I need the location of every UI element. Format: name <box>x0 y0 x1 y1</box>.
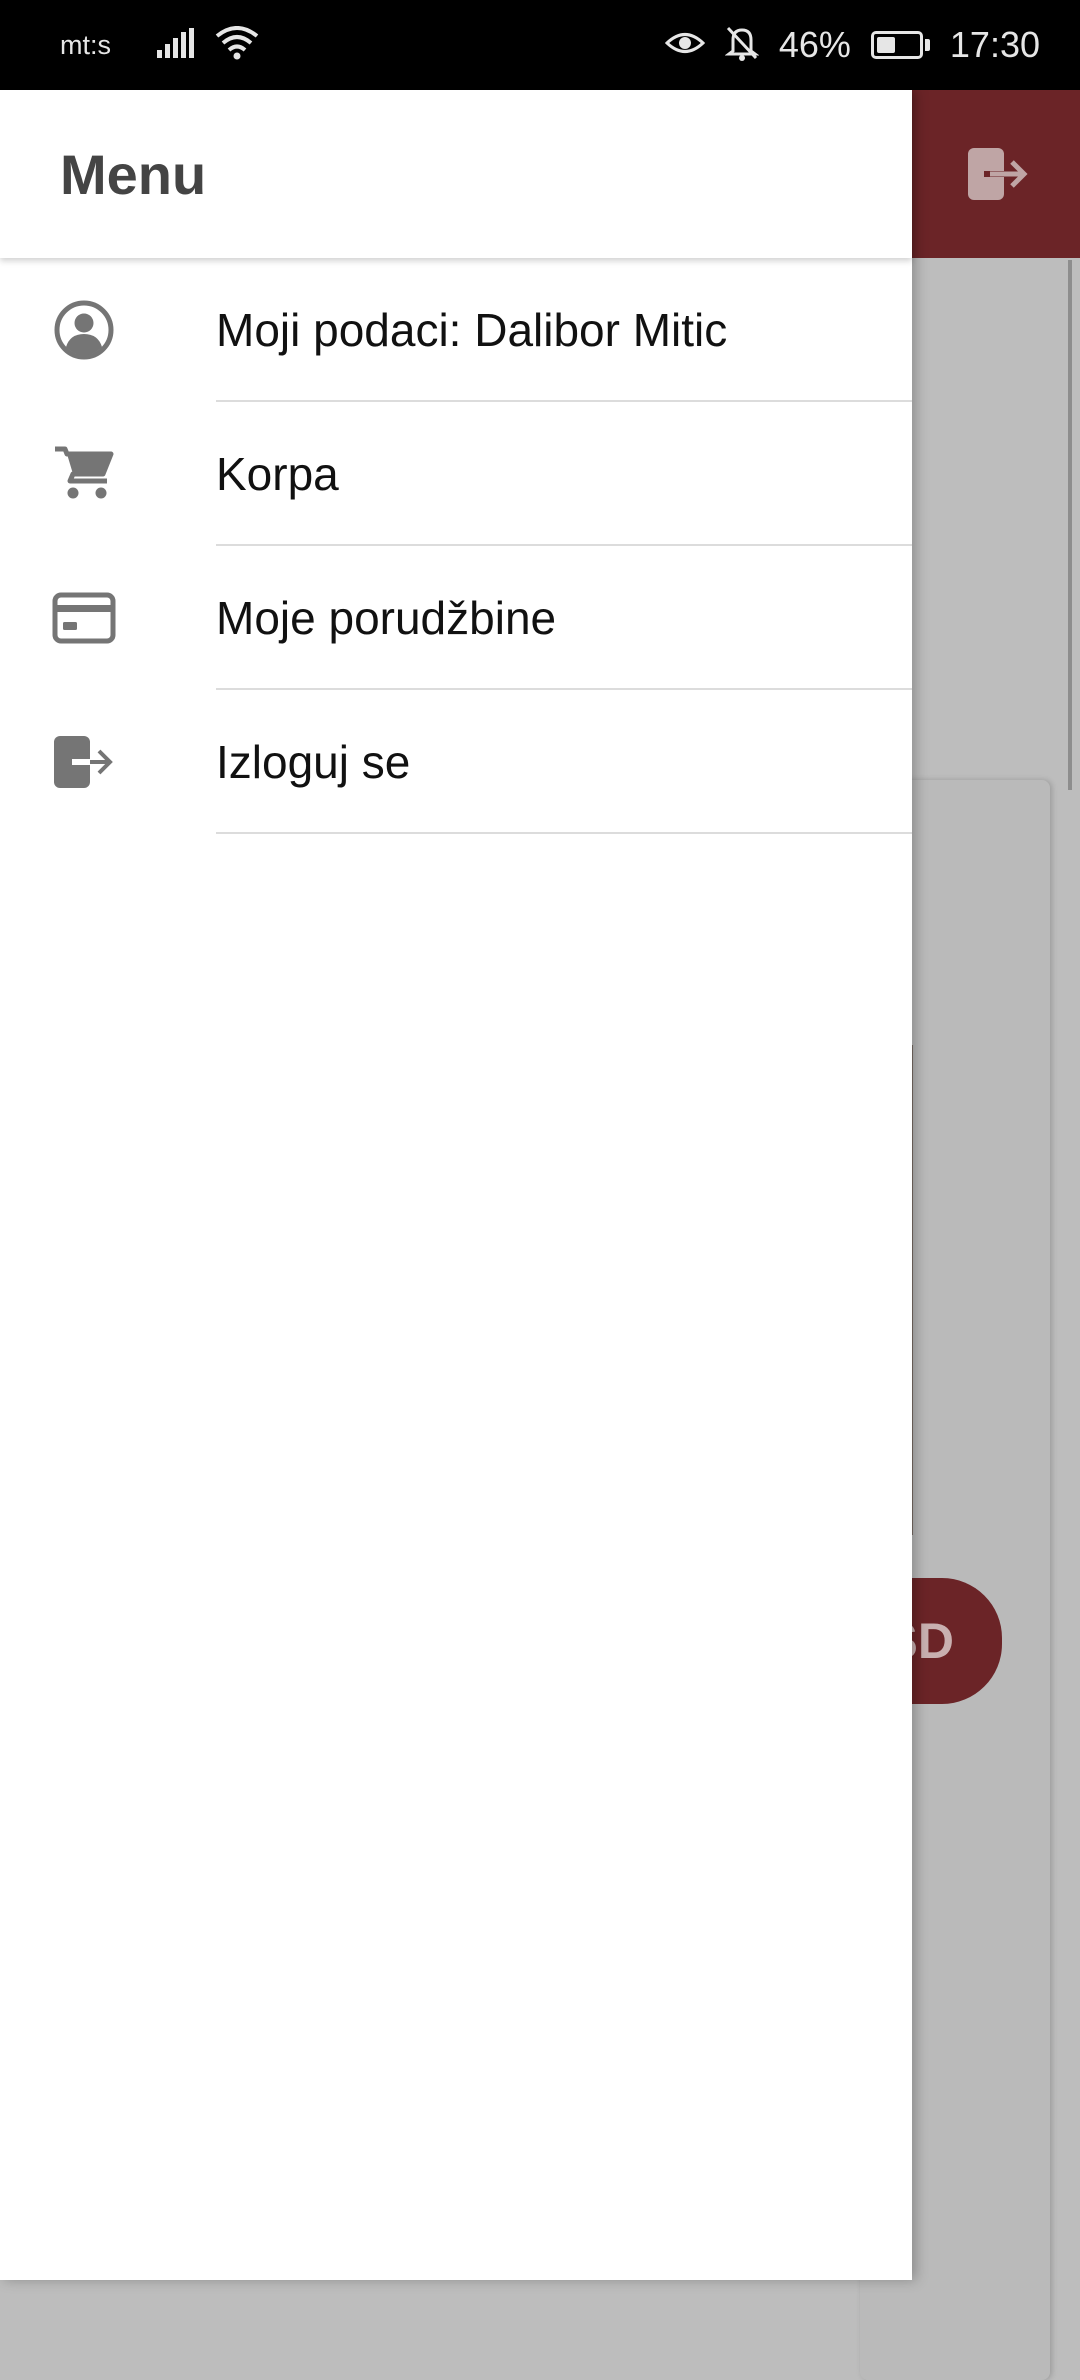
status-bar-right: 46% 17:30 <box>664 24 1040 66</box>
drawer-menu: Moji podaci: Dalibor Mitic Korpa Moje po… <box>0 258 912 834</box>
menu-item-profile[interactable]: Moji podaci: Dalibor Mitic <box>0 258 912 402</box>
menu-item-label: Korpa <box>216 448 339 500</box>
navigation-drawer: Menu Moji podaci: Dalibor Mitic Korpa Mo… <box>0 90 912 2280</box>
signal-icon <box>155 27 195 63</box>
menu-item-label: Moje porudžbine <box>216 592 557 644</box>
drawer-title: Menu <box>60 142 207 206</box>
credit-card-icon <box>52 586 116 650</box>
menu-item-cart[interactable]: Korpa <box>0 402 912 546</box>
battery-percent: 46% <box>778 24 851 65</box>
carrier-label: mt:s <box>60 29 111 60</box>
menu-item-label: Izloguj se <box>216 736 411 788</box>
menu-item-orders[interactable]: Moje porudžbine <box>0 546 912 690</box>
cart-icon <box>52 442 116 506</box>
clock: 17:30 <box>949 24 1040 65</box>
logout-icon[interactable] <box>966 144 1030 204</box>
background-scrollbar <box>1068 260 1072 790</box>
bell-off-icon <box>724 25 760 66</box>
eye-icon <box>664 28 706 63</box>
menu-divider <box>216 832 912 834</box>
account-circle-icon <box>52 298 116 362</box>
drawer-header: Menu <box>0 90 912 258</box>
logout-icon <box>52 730 116 794</box>
status-bar: mt:s 46% 17:30 <box>0 0 1080 90</box>
status-bar-left: mt:s <box>60 25 259 65</box>
battery-icon <box>870 31 930 59</box>
menu-item-logout[interactable]: Izloguj se <box>0 690 912 834</box>
menu-item-label: Moji podaci: Dalibor Mitic <box>216 304 728 356</box>
wifi-icon <box>215 25 259 65</box>
